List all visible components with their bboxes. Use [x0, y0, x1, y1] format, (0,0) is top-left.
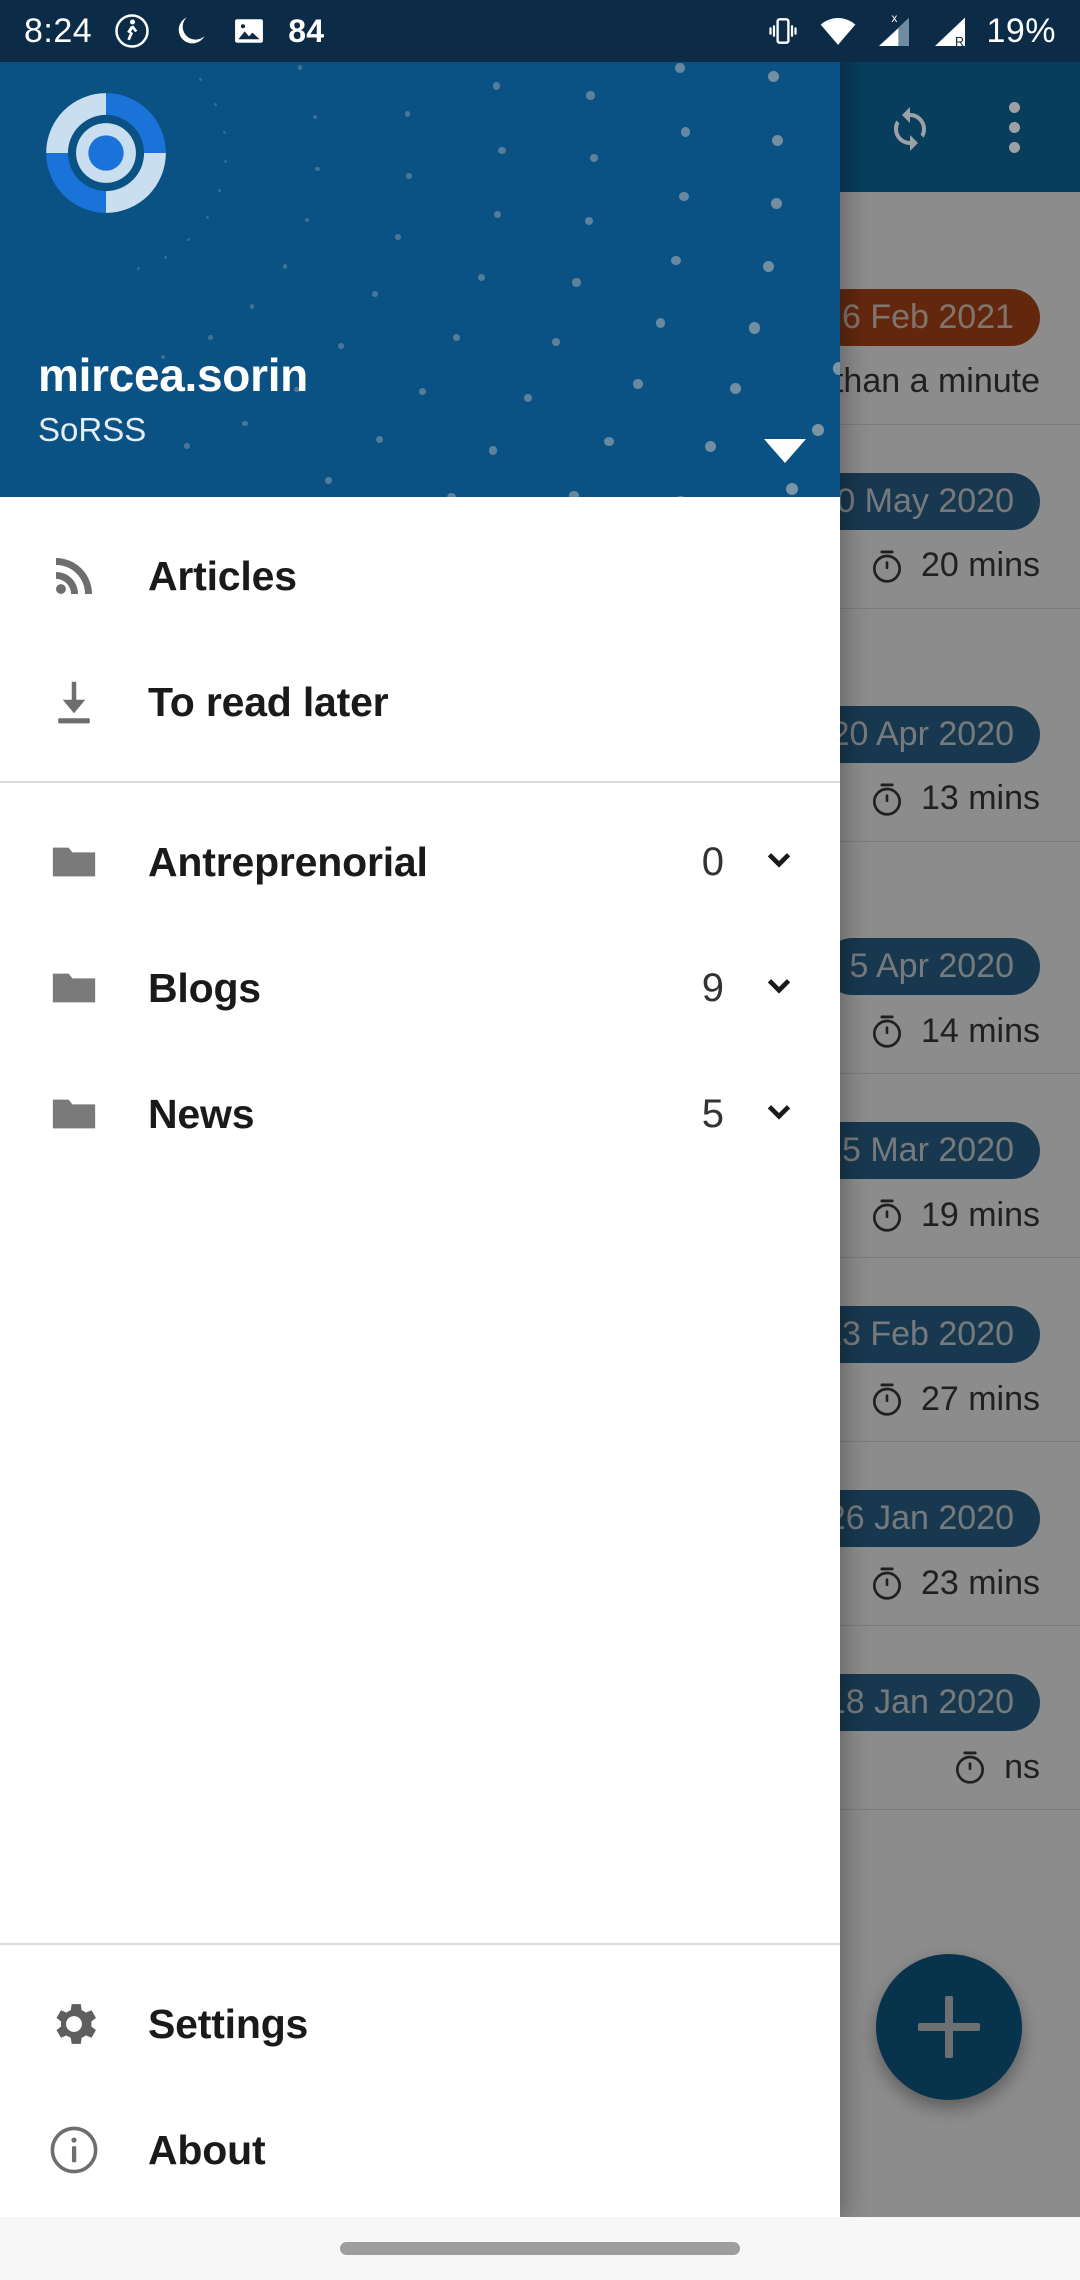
home-gesture-pill[interactable] [340, 2242, 740, 2255]
status-bar-right: x R 19% [764, 11, 1056, 51]
step-count: 84 [288, 12, 325, 49]
sidebar-item-to-read-later[interactable]: To read later [0, 639, 840, 765]
drawer-body: Articles To read later Antreprenorial 0 Bl… [0, 497, 840, 1943]
wifi-icon [821, 18, 856, 45]
sidebar-item-label: Settings [148, 2000, 309, 2047]
sidebar-folder-news[interactable]: News 5 [0, 1051, 840, 1177]
sidebar-item-articles[interactable]: Articles [0, 513, 840, 639]
phone-screen: n the last6 Feb 2021than a minute30 May … [0, 0, 1080, 2280]
sidebar-folder-count: 9 [701, 965, 724, 1010]
system-navigation-bar [0, 2217, 1080, 2280]
spacer-after-divider [0, 783, 840, 799]
signal-x-icon: x [879, 12, 910, 46]
sidebar-folder-label: Antreprenorial [148, 838, 428, 885]
vibrate-icon [769, 18, 798, 44]
sidebar-item-settings[interactable]: Settings [0, 1961, 840, 2087]
sidebar-item-about[interactable]: About [0, 2087, 840, 2213]
chevron-down-icon[interactable] [758, 967, 800, 1009]
chevron-down-icon[interactable] [758, 841, 800, 883]
chevron-down-icon[interactable] [758, 1093, 800, 1135]
gear-icon [0, 1996, 148, 2052]
caret-down-icon[interactable] [764, 439, 806, 463]
svg-text:R: R [955, 35, 964, 49]
sidebar-item-label: Articles [148, 552, 297, 599]
sidebar-folder-antreprenorial[interactable]: Antreprenorial 0 [0, 799, 840, 925]
status-bar-left: 8:24 84 [24, 11, 324, 51]
sidebar-item-label: To read later [148, 678, 389, 725]
folder-icon [0, 961, 148, 1015]
spacer-before-divider [0, 765, 840, 781]
sidebar-folder-label: Blogs [148, 964, 261, 1011]
navigation-drawer: mircea.sorin SoRSS Articles To read late… [0, 0, 840, 2217]
rss-icon [0, 549, 148, 603]
pedometer-icon [115, 14, 149, 48]
folder-icon [0, 835, 148, 889]
moon-dnd-icon [178, 17, 205, 44]
screenshot-image-icon [235, 19, 264, 43]
folder-icon [0, 1087, 148, 1141]
clock: 8:24 [24, 11, 93, 50]
sidebar-folder-count: 0 [701, 839, 724, 884]
account-name: mircea.sorin [38, 349, 308, 402]
info-icon [0, 2123, 148, 2177]
signal-roaming-icon: R [935, 17, 966, 49]
drawer-footer: Settings About [0, 1943, 840, 2217]
account-block[interactable]: mircea.sorin SoRSS [38, 350, 802, 449]
sidebar-folder-count: 5 [701, 1091, 724, 1136]
sidebar-item-label: About [148, 2126, 266, 2173]
sidebar-folder-label: News [148, 1090, 255, 1137]
folder-list: Antreprenorial 0 Blogs 9 News 5 [0, 799, 840, 1177]
download-icon [0, 675, 148, 729]
account-subtitle: SoRSS [38, 411, 147, 448]
spacer-top [0, 497, 840, 513]
status-bar: 8:24 84 x R 19% [0, 0, 1080, 62]
sidebar-folder-blogs[interactable]: Blogs 9 [0, 925, 840, 1051]
drawer-header[interactable]: mircea.sorin SoRSS [0, 0, 840, 497]
svg-text:x: x [892, 12, 898, 25]
spacer-footer [0, 1945, 840, 1961]
battery-percent: 19% [986, 11, 1056, 50]
sorss-radar-logo-icon [46, 93, 166, 213]
